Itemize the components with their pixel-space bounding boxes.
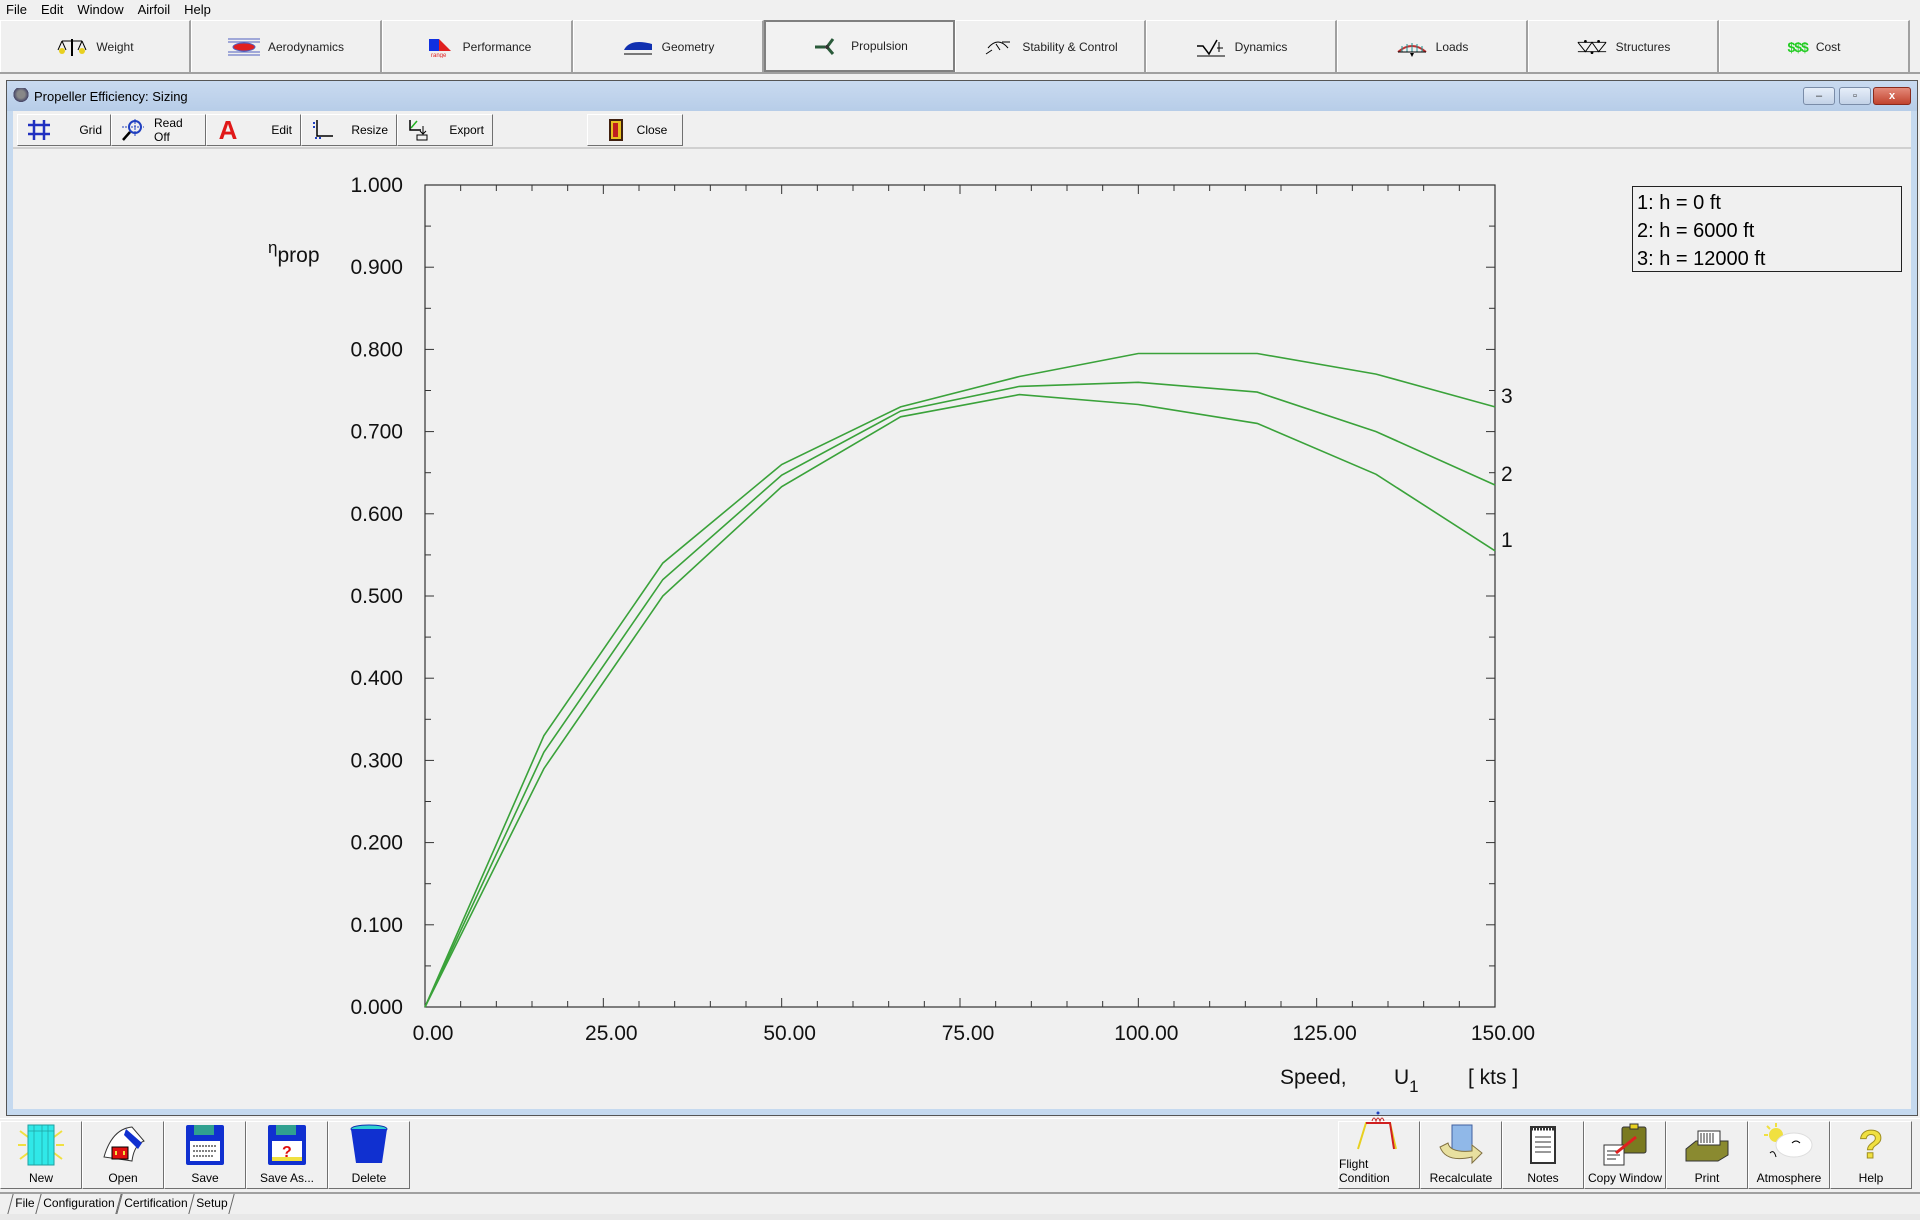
flight-condition-button[interactable]: Flight Condition [1338,1111,1420,1189]
y-tick-label: 0.300 [350,749,403,772]
series-end-label-3: 3 [1501,385,1513,408]
question-mark-icon: ? [1858,1123,1884,1168]
status-bar [0,1214,1920,1220]
copy-window-label: Copy Window [1587,1171,1663,1185]
notes-label: Notes [1527,1171,1559,1185]
new-spreadsheet-icon [16,1123,66,1167]
recalculate-button[interactable]: Recalculate [1420,1121,1502,1189]
x-tick-label: 125.00 [1293,1022,1357,1045]
y-tick-label: 0.000 [350,996,403,1019]
notepad-icon [1518,1123,1568,1167]
x-tick-label: 100.00 [1114,1022,1178,1045]
printer-icon [1682,1123,1732,1167]
y-tick-label: 0.400 [350,667,403,690]
tab-setup[interactable]: Setup [188,1194,236,1214]
legend-entry-2: 2: h = 6000 ft [1637,220,1755,242]
save-as-label: Save As... [259,1171,315,1185]
y-tick-label: 0.600 [350,503,403,526]
flight-profile-icon [1354,1109,1404,1153]
save-label: Save [191,1171,219,1185]
series-line-1 [424,393,1496,1008]
y-tick-label: 0.500 [350,585,403,608]
x-axis-label: Speed, [1280,1066,1347,1089]
copy-window-button[interactable]: Copy Window [1584,1121,1666,1189]
new-label: New [28,1171,53,1185]
y-tick-label: 0.700 [350,421,403,444]
help-button[interactable]: ? Help [1830,1121,1912,1189]
x-tick-label: 25.00 [585,1022,638,1045]
save-button[interactable]: Save [164,1121,246,1189]
plot-frame [424,184,1496,1008]
series-line-3 [424,352,1496,1008]
trash-bin-icon [344,1123,394,1167]
bottom-toolbar: New Open Save ? Save As... Delete Flight… [0,1111,1920,1190]
print-button[interactable]: Print [1666,1121,1748,1189]
x-tick-label: 0.00 [413,1022,454,1045]
y-tick-label: 0.900 [350,256,403,279]
series-end-label-1: 1 [1501,529,1513,552]
series-end-label-2: 2 [1501,463,1513,486]
chart-legend: 1: h = 0 ft 2: h = 6000 ft 3: h = 12000 … [1632,186,1902,272]
tab-certification[interactable]: Certification [116,1194,195,1214]
y-tick-label: 1.000 [350,174,403,197]
y-tick-label: 0.100 [350,914,403,937]
tab-configuration[interactable]: Configuration [35,1194,123,1214]
series-line-2 [424,381,1496,1008]
floppy-question-icon: ? [262,1123,312,1167]
atmosphere-label: Atmosphere [1756,1171,1822,1185]
open-button[interactable]: Open [82,1121,164,1189]
print-label: Print [1694,1171,1720,1185]
open-hangar-icon [98,1123,148,1167]
bottom-tabs: File Configuration Certification Setup [0,1192,1920,1214]
svg-text:?: ? [282,1144,292,1161]
delete-button[interactable]: Delete [328,1121,410,1189]
y-tick-label: 0.200 [350,832,403,855]
x-axis-unit: [ kts ] [1468,1066,1518,1089]
legend-entry-1: 1: h = 0 ft [1637,192,1721,214]
legend-entry-3: 3: h = 12000 ft [1637,248,1766,270]
flight-condition-label: Flight Condition [1339,1157,1390,1185]
y-tick-label: 0.800 [350,338,403,361]
x-tick-label: 75.00 [942,1022,995,1045]
x-axis-symbol: U1 [1394,1066,1419,1096]
help-label: Help [1858,1171,1884,1185]
y-axis-label: ηprop [268,238,320,267]
floppy-disk-icon [180,1123,230,1167]
new-button[interactable]: New [0,1121,82,1189]
save-as-button[interactable]: ? Save As... [246,1121,328,1189]
clipboard-copy-icon [1600,1123,1650,1167]
atmosphere-button[interactable]: Atmosphere [1748,1121,1830,1189]
x-tick-label: 50.00 [763,1022,816,1045]
sun-cloud-icon [1764,1123,1814,1167]
notes-button[interactable]: Notes [1502,1121,1584,1189]
recalculate-label: Recalculate [1429,1171,1493,1185]
calculator-arrow-icon [1436,1123,1486,1167]
delete-label: Delete [351,1171,387,1185]
x-tick-label: 150.00 [1471,1022,1535,1045]
efficiency-chart: 0.000 0.100 0.200 0.300 0.400 0.500 0.600 0.700… [268,174,1535,1096]
open-label: Open [108,1171,138,1185]
